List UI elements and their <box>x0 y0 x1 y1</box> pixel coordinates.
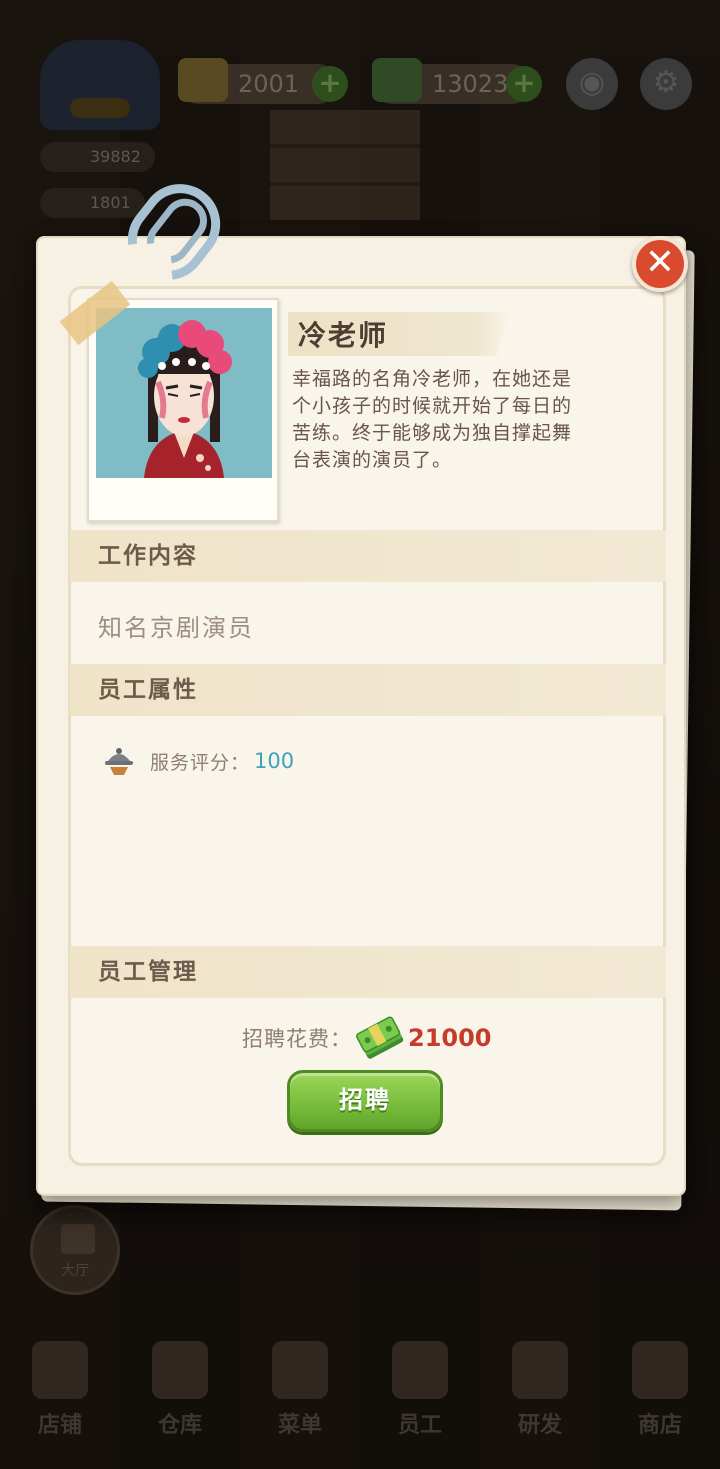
store-icon <box>32 1341 88 1399</box>
settings-button[interactable]: ⚙ <box>640 58 692 110</box>
hire-cost-label: 招聘花费： <box>242 1027 352 1051</box>
service-rating-row: 服务评分： 100 <box>102 744 294 778</box>
hall-label: 大厅 <box>61 1263 89 1279</box>
hall-button[interactable]: 大厅 <box>30 1205 120 1295</box>
job-value: 知名京剧演员 <box>98 614 254 642</box>
nav-label: 仓库 <box>157 1413 202 1438</box>
research-icon <box>512 1341 568 1399</box>
job-section-header: 工作内容 <box>70 530 666 582</box>
ingredients-value: 2001 <box>238 70 300 98</box>
close-button[interactable]: ✕ <box>632 236 688 292</box>
nav-label: 店铺 <box>37 1413 82 1438</box>
gear-icon: ⚙ <box>652 65 680 100</box>
nav-menu[interactable]: 菜单 <box>250 1341 350 1438</box>
nav-store[interactable]: 商店 <box>610 1341 710 1438</box>
cash-icon <box>372 58 422 102</box>
staff-portrait-frame <box>87 298 279 522</box>
stat-top: 39882 <box>40 142 155 172</box>
staff-description: 幸福路的名角冷老师，在她还是个小孩子的时候就开始了每日的苦练。终于能够成为独自撑… <box>292 368 573 471</box>
opera-actress-portrait <box>96 308 272 478</box>
nav-label: 研发 <box>517 1413 562 1438</box>
add-cash-button[interactable]: + <box>506 66 542 102</box>
nav-research[interactable]: 研发 <box>490 1341 590 1438</box>
stat-bottom-value: 1801 <box>90 193 131 212</box>
menu-icon <box>272 1341 328 1399</box>
management-section-header: 员工管理 <box>70 946 666 998</box>
background-shelf <box>270 110 420 220</box>
shop-icon <box>632 1341 688 1399</box>
warehouse-icon <box>152 1341 208 1399</box>
attributes-section-header: 员工属性 <box>70 664 666 716</box>
staff-portrait <box>96 308 272 478</box>
nav-warehouse[interactable]: 仓库 <box>130 1341 230 1438</box>
cash-counter: 130238 + <box>372 58 542 104</box>
stat-bottom: 1801 <box>40 188 145 218</box>
nav-label: 菜单 <box>277 1413 322 1438</box>
service-rating-value: 100 <box>254 749 295 773</box>
camera-icon: ◉ <box>578 65 606 100</box>
hall-icon <box>61 1224 95 1254</box>
staff-name: 冷老师 <box>298 319 389 352</box>
camera-button[interactable]: ◉ <box>566 58 618 110</box>
hire-cost-value: 21000 <box>408 1024 492 1052</box>
service-tray-icon <box>102 745 136 777</box>
nav-shop-front[interactable]: 店铺 <box>10 1341 110 1438</box>
ingredients-counter: 2001 + <box>178 58 348 104</box>
restaurant-rank-badge[interactable] <box>40 40 160 130</box>
staff-icon <box>392 1341 448 1399</box>
ingredients-icon <box>178 58 228 102</box>
bottom-nav: 店铺 仓库 菜单 员工 研发 商店 <box>0 1330 720 1469</box>
service-rating-label: 服务评分： <box>150 751 251 774</box>
nav-label: 员工 <box>397 1413 442 1438</box>
close-icon: ✕ <box>644 242 676 283</box>
rank-stars <box>70 98 130 118</box>
nav-staff[interactable]: 员工 <box>370 1341 470 1438</box>
hire-cost-row: 招聘花费： 21000 <box>242 1014 492 1062</box>
cash-stack-icon <box>356 1014 404 1062</box>
add-ingredients-button[interactable]: + <box>312 66 348 102</box>
stat-top-value: 39882 <box>90 147 141 166</box>
hire-button[interactable]: 招聘 <box>287 1070 443 1132</box>
nav-label: 商店 <box>637 1413 682 1438</box>
